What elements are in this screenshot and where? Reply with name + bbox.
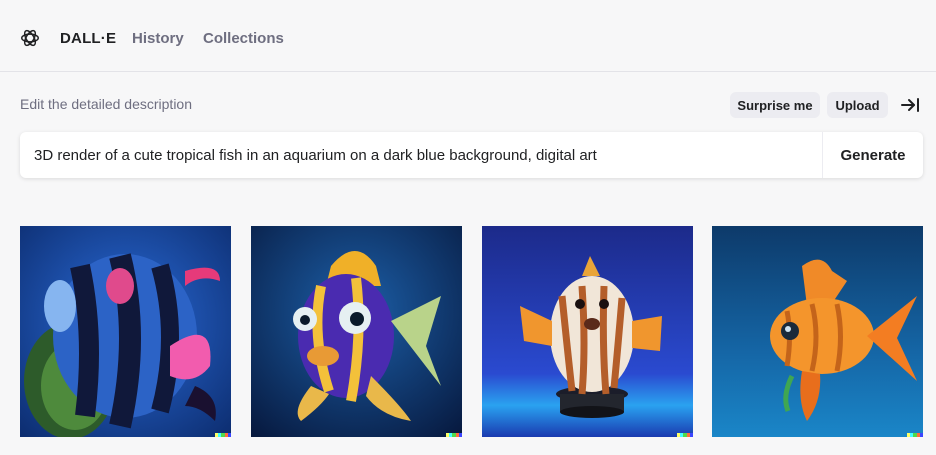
prompt-input[interactable]: 3D render of a cute tropical fish in an …: [34, 132, 814, 178]
yellow-purple-cartoon-fish-image[interactable]: [251, 226, 462, 437]
arrow-right-to-bar-icon[interactable]: [900, 96, 920, 114]
nav-history[interactable]: History: [132, 30, 184, 47]
dalle-watermark: [215, 433, 231, 437]
nav-collections[interactable]: Collections: [203, 30, 284, 47]
top-navigation-bar: DALL·E History Collections: [0, 8, 936, 72]
upload-button[interactable]: Upload: [827, 92, 888, 118]
openai-logo-icon[interactable]: [19, 27, 41, 49]
generate-button[interactable]: Generate: [823, 132, 923, 178]
dalle-watermark: [446, 433, 462, 437]
dalle-watermark: [677, 433, 693, 437]
striped-tropical-fish-image[interactable]: [20, 226, 231, 437]
cartoon-fish-illustration: [251, 226, 462, 437]
prompt-label: Edit the detailed description: [20, 96, 192, 112]
brand-title[interactable]: DALL·E: [60, 30, 116, 47]
orange-goldfish-image[interactable]: [712, 226, 923, 437]
goldfish-illustration: [712, 226, 923, 437]
orange-white-fish-on-pedestal-image[interactable]: [482, 226, 693, 437]
surprise-me-button[interactable]: Surprise me: [730, 92, 820, 118]
prompt-bar: 3D render of a cute tropical fish in an …: [20, 132, 923, 178]
dalle-watermark: [907, 433, 923, 437]
striped-tropical-fish-illustration: [20, 226, 231, 437]
pedestal-fish-illustration: [482, 226, 693, 437]
